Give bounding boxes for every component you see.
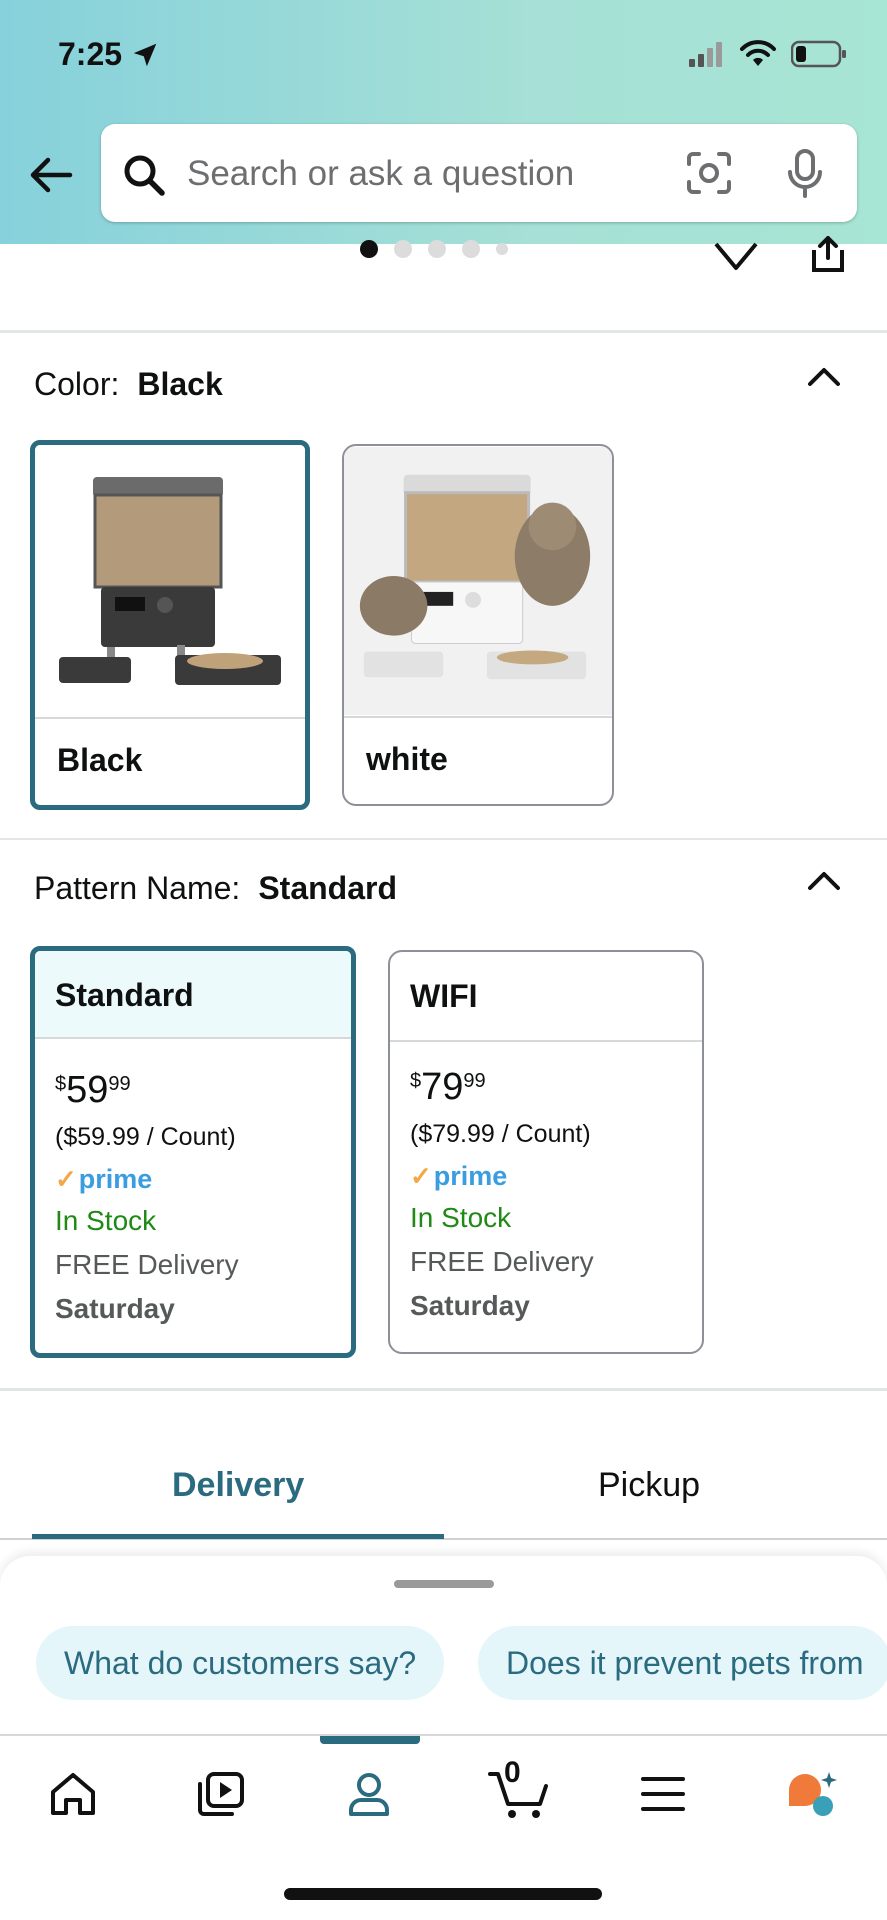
suggestion-chip[interactable]: What do customers say? xyxy=(36,1626,445,1700)
price-whole: 79 xyxy=(421,1066,464,1108)
pattern-label: Pattern Name: Standard xyxy=(34,870,397,907)
chevron-up-icon[interactable] xyxy=(804,362,844,390)
prime-check-icon: ✓ xyxy=(410,1161,432,1191)
stock-status: In Stock xyxy=(410,1202,512,1233)
delivery-day: Saturday xyxy=(410,1290,530,1321)
camera-lens-icon[interactable] xyxy=(685,150,733,196)
home-indicator[interactable] xyxy=(284,1888,602,1900)
search-icon xyxy=(124,155,165,196)
price: $7999 xyxy=(410,1066,486,1109)
price-fraction: 99 xyxy=(463,1070,486,1092)
heart-icon[interactable] xyxy=(712,236,760,276)
microphone-icon[interactable] xyxy=(785,148,825,200)
product-image-black xyxy=(35,445,305,715)
carousel-dot xyxy=(394,240,412,258)
nav-assistant[interactable] xyxy=(776,1762,846,1826)
tab-delivery[interactable]: Delivery xyxy=(172,1466,304,1505)
swatch-divider xyxy=(35,717,305,719)
suggestion-chip[interactable]: Does it prevent pets from xyxy=(478,1626,887,1700)
chevron-up-icon[interactable] xyxy=(804,866,844,894)
carousel-dot-active xyxy=(360,240,378,258)
assistant-bottom-sheet: What do customers say? Does it prevent p… xyxy=(0,1556,887,1920)
location-arrow-icon xyxy=(133,43,157,66)
share-icon[interactable] xyxy=(808,236,848,276)
carousel-dot xyxy=(496,243,508,255)
stock-status: In Stock xyxy=(55,1205,157,1236)
menu-icon xyxy=(641,1777,685,1811)
tab-pickup[interactable]: Pickup xyxy=(598,1466,700,1505)
wifi-icon xyxy=(740,40,776,66)
pattern-card-title: WIFI xyxy=(410,978,478,1014)
prime-badge: ✓ prime xyxy=(55,1164,152,1195)
prime-badge: ✓ prime xyxy=(410,1161,507,1192)
prime-check-icon: ✓ xyxy=(55,1164,77,1194)
pattern-label-text: Pattern Name: xyxy=(34,870,241,906)
status-time: 7:25 xyxy=(58,36,160,73)
status-icons xyxy=(689,40,847,68)
nav-video[interactable] xyxy=(186,1762,256,1826)
color-option-label: white xyxy=(366,741,448,777)
rufus-assistant-icon xyxy=(789,1772,837,1816)
carousel-dot xyxy=(462,240,480,258)
nav-account[interactable] xyxy=(334,1762,404,1826)
nav-active-indicator xyxy=(320,1736,420,1744)
color-label-text: Color: xyxy=(34,366,120,402)
color-label: Color: Black xyxy=(34,366,223,403)
image-carousel-dots xyxy=(360,240,508,258)
account-icon xyxy=(349,1773,389,1816)
price-currency: $ xyxy=(410,1070,422,1092)
color-option-white[interactable]: white xyxy=(342,444,614,806)
prime-text: prime xyxy=(78,1164,153,1194)
price-fraction: 99 xyxy=(108,1073,131,1095)
price-whole: 59 xyxy=(66,1069,109,1111)
nav-home[interactable] xyxy=(38,1762,108,1826)
cart-count: 0 xyxy=(504,1756,521,1789)
carousel-dot xyxy=(428,240,446,258)
pattern-option-standard[interactable]: Standard $5999 ($59.99 / Count) ✓ prime I… xyxy=(30,946,356,1358)
delivery-info: FREE Delivery xyxy=(410,1246,594,1277)
color-selected-value: Black xyxy=(137,366,223,402)
delivery-info: FREE Delivery xyxy=(55,1249,239,1280)
back-arrow-icon[interactable] xyxy=(26,150,76,200)
app-header: 7:25 Search or ask a question xyxy=(0,0,887,244)
pattern-selected-value: Standard xyxy=(258,870,397,906)
pattern-card-header: Standard xyxy=(35,951,351,1039)
price-currency: $ xyxy=(55,1073,67,1095)
active-tab-indicator xyxy=(32,1534,444,1539)
prime-text: prime xyxy=(433,1161,508,1191)
swatch-divider xyxy=(344,716,612,718)
price: $5999 xyxy=(55,1069,131,1112)
signal-icon xyxy=(689,42,722,67)
video-icon xyxy=(198,1772,244,1816)
pattern-card-title: Standard xyxy=(55,977,194,1013)
color-option-black[interactable]: Black xyxy=(30,440,310,810)
price-per-count: ($59.99 / Count) xyxy=(55,1123,236,1151)
color-option-label: Black xyxy=(57,742,143,778)
section-divider xyxy=(0,330,887,333)
sheet-grabber[interactable] xyxy=(394,1580,494,1588)
pattern-option-wifi[interactable]: WIFI $7999 ($79.99 / Count) ✓ prime In St… xyxy=(388,950,704,1354)
price-per-count: ($79.99 / Count) xyxy=(410,1120,591,1148)
product-image-white xyxy=(344,447,612,715)
pattern-card-header: WIFI xyxy=(390,952,702,1042)
search-input[interactable]: Search or ask a question xyxy=(187,154,574,194)
delivery-day: Saturday xyxy=(55,1293,175,1324)
home-icon xyxy=(51,1773,95,1815)
status-time-text: 7:25 xyxy=(58,36,123,72)
section-divider xyxy=(0,1388,887,1391)
search-bar[interactable]: Search or ask a question xyxy=(101,124,857,222)
section-divider xyxy=(0,838,887,840)
battery-icon xyxy=(791,40,846,68)
nav-menu[interactable] xyxy=(628,1762,698,1826)
sheet-divider xyxy=(0,1734,887,1736)
